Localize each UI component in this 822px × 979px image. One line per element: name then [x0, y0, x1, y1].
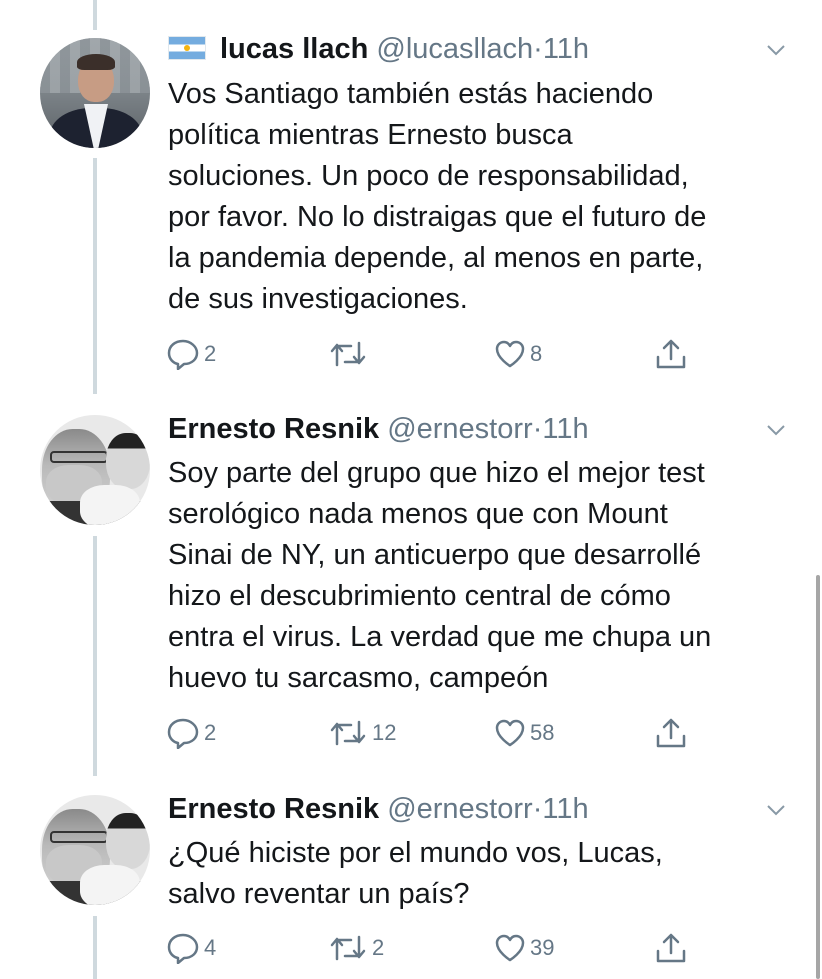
reply-button[interactable]: 2 [166, 336, 216, 372]
like-button[interactable]: 39 [494, 930, 554, 966]
tweet[interactable]: Ernesto Resnik @ernestorr·11h ¿Qué hicis… [0, 775, 822, 979]
tweet-text: Soy parte del grupo que hizo el mejor te… [168, 457, 712, 694]
separator: · [533, 33, 543, 65]
reply-icon [167, 933, 199, 964]
timestamp[interactable]: 11h [542, 793, 588, 825]
heart-icon [495, 934, 525, 962]
like-count: 58 [530, 720, 555, 745]
reply-count: 4 [204, 935, 217, 960]
heart-icon [495, 340, 525, 368]
like-button[interactable]: 58 [494, 715, 554, 751]
separator: · [532, 793, 543, 825]
like-button[interactable]: 8 [494, 336, 542, 372]
reply-button[interactable]: 4 [166, 930, 216, 966]
retweet-button[interactable]: 12 [328, 715, 396, 751]
retweet-count: 2 [372, 935, 385, 960]
tweet-actions: 2 12 58 [166, 715, 706, 751]
timestamp[interactable]: 11h [542, 413, 588, 445]
retweet-icon [330, 341, 366, 367]
like-count: 39 [530, 935, 555, 960]
reply-icon [167, 718, 199, 749]
tweet-header: Ernesto Resnik @ernestorr·11h [168, 791, 589, 827]
reply-button[interactable]: 2 [166, 715, 216, 751]
display-name[interactable]: Ernesto Resnik [168, 413, 379, 445]
tweet[interactable]: lucas llach @lucasllach·11h Vos Santiago… [0, 0, 822, 395]
chevron-down-icon[interactable] [765, 419, 787, 441]
display-name[interactable]: Ernesto Resnik [168, 793, 379, 825]
tweet-header: Ernesto Resnik @ernestorr·11h [168, 411, 589, 447]
share-icon [656, 718, 686, 748]
retweet-count: 12 [372, 720, 397, 745]
tweet-actions: 4 2 39 [166, 930, 706, 966]
share-icon [656, 339, 686, 369]
share-icon [656, 933, 686, 963]
retweet-button[interactable] [328, 336, 372, 372]
share-button[interactable] [654, 930, 688, 966]
avatar[interactable] [40, 795, 150, 905]
chevron-down-icon[interactable] [765, 39, 787, 61]
tweet[interactable]: Ernesto Resnik @ernestorr·11h Soy parte … [0, 395, 822, 775]
share-button[interactable] [654, 715, 688, 751]
handle[interactable]: @ernestorr [387, 793, 532, 825]
heart-icon [495, 719, 525, 747]
separator: · [532, 413, 543, 445]
avatar[interactable] [40, 38, 150, 148]
argentina-flag-icon [168, 36, 206, 60]
handle[interactable]: @ernestorr [387, 413, 532, 445]
reply-count: 2 [204, 720, 217, 745]
tweet-text: Vos Santiago también estás haciendo polí… [168, 78, 707, 315]
retweet-icon [330, 720, 366, 746]
chevron-down-icon[interactable] [765, 799, 787, 821]
retweet-icon [330, 935, 366, 961]
timestamp[interactable]: 11h [543, 33, 589, 65]
tweet-text: ¿Qué hiciste por el mundo vos, Lucas, sa… [168, 837, 663, 910]
retweet-button[interactable]: 2 [328, 930, 384, 966]
tweet-header: lucas llach @lucasllach·11h [168, 31, 589, 67]
reply-count: 2 [204, 341, 217, 366]
handle[interactable]: @lucasllach [376, 33, 533, 65]
tweet-actions: 2 8 [166, 336, 706, 372]
like-count: 8 [530, 341, 543, 366]
share-button[interactable] [654, 336, 688, 372]
reply-icon [167, 339, 199, 370]
avatar[interactable] [40, 415, 150, 525]
display-name[interactable]: lucas llach [220, 33, 368, 65]
